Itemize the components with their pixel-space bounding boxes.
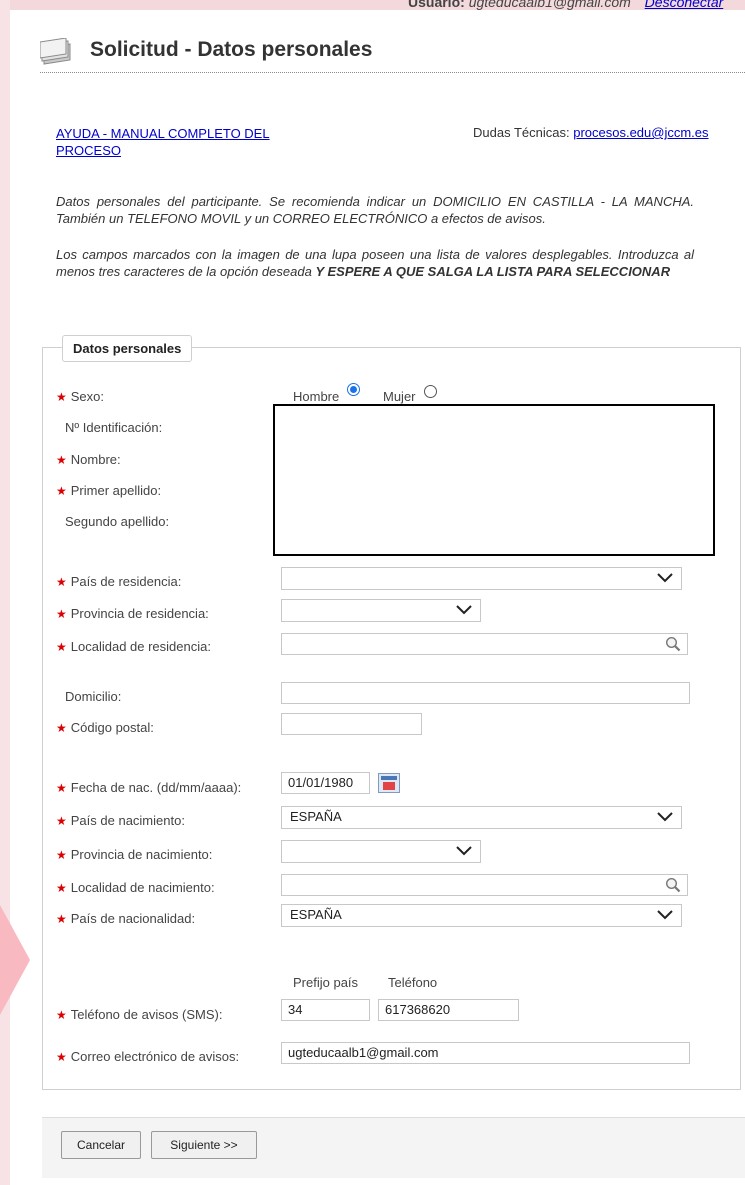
technical-support: Dudas Técnicas: procesos.edu@jccm.es	[473, 125, 709, 140]
prefijo-header: Prefijo país	[293, 975, 359, 990]
info-paragraph-2-bold: Y ESPERE A QUE SALGA LA LISTA PARA SELEC…	[315, 264, 671, 279]
provincia-nacimiento-label: ★ Provincia de nacimiento:	[56, 847, 213, 862]
page-title: Solicitud - Datos personales	[90, 38, 373, 61]
chevron-down-icon	[657, 812, 673, 822]
localidad-nacimiento-label: ★ Localidad de nacimiento:	[56, 880, 215, 895]
manual-link[interactable]: AYUDA - MANUAL COMPLETO DEL PROCESO	[56, 125, 316, 159]
mujer-label: Mujer	[383, 389, 416, 404]
hombre-label: Hombre	[293, 389, 340, 404]
user-bar: Usuario: ugteducaalb1@gmail.com Desconec…	[408, 0, 723, 10]
required-mark: ★	[56, 390, 67, 404]
pais-nacionalidad-label: ★ País de nacionalidad:	[56, 911, 196, 926]
magnifier-icon[interactable]	[665, 877, 681, 893]
codigo-postal-input[interactable]	[281, 713, 422, 735]
primer-apellido-label: ★ Primer apellido:	[56, 483, 162, 498]
documents-icon	[40, 38, 71, 65]
prefijo-input[interactable]: 34	[281, 999, 370, 1021]
chevron-down-icon	[456, 605, 472, 615]
redacted-identity-area	[273, 404, 715, 556]
logout-link[interactable]: Desconectar	[645, 0, 724, 10]
codigo-postal-label: ★ Código postal:	[56, 720, 154, 735]
telefono-avisos-label: ★ Teléfono de avisos (SMS):	[56, 1007, 223, 1022]
calendar-icon[interactable]	[378, 773, 400, 793]
correo-input[interactable]: ugteducaalb1@gmail.com	[281, 1042, 690, 1064]
telefono-input[interactable]: 617368620	[378, 999, 519, 1021]
domicilio-input[interactable]	[281, 682, 690, 704]
pais-residencia-label: ★ País de residencia:	[56, 574, 182, 589]
cancel-button[interactable]: Cancelar	[61, 1131, 141, 1159]
left-accent-wedge	[0, 905, 30, 1015]
nombre-label: ★ Nombre:	[56, 452, 121, 467]
provincia-residencia-select[interactable]	[281, 599, 481, 622]
pais-residencia-select[interactable]	[281, 567, 682, 590]
pais-nacionalidad-select[interactable]: ESPAÑA	[281, 904, 682, 927]
pais-nacimiento-select[interactable]: ESPAÑA	[281, 806, 682, 829]
user-email: ugteducaalb1@gmail.com	[468, 0, 631, 10]
user-label: Usuario:	[408, 0, 465, 10]
segundo-apellido-label: Segundo apellido:	[65, 514, 170, 529]
fecha-nac-input[interactable]: 01/01/1980	[281, 772, 370, 794]
provincia-residencia-label: ★ Provincia de residencia:	[56, 606, 209, 621]
info-paragraph-2: Los campos marcados con la imagen de una…	[56, 246, 694, 280]
next-button[interactable]: Siguiente >>	[151, 1131, 257, 1159]
identificacion-label: Nº Identificación:	[65, 420, 163, 435]
fecha-nac-label: ★ Fecha de nac. (dd/mm/aaaa):	[56, 780, 242, 795]
localidad-residencia-input[interactable]	[281, 633, 688, 655]
pais-nacimiento-label: ★ País de nacimiento:	[56, 813, 185, 828]
magnifier-icon[interactable]	[665, 636, 681, 652]
provincia-nacimiento-select[interactable]	[281, 840, 481, 863]
hombre-radio[interactable]	[347, 383, 360, 396]
support-email-link[interactable]: procesos.edu@jccm.es	[573, 125, 708, 140]
domicilio-label: Domicilio:	[65, 689, 122, 704]
dudas-label: Dudas Técnicas:	[473, 125, 570, 140]
correo-avisos-label: ★ Correo electrónico de avisos:	[56, 1049, 240, 1064]
localidad-nacimiento-input[interactable]	[281, 874, 688, 896]
form-footer	[42, 1117, 745, 1178]
chevron-down-icon	[456, 846, 472, 856]
chevron-down-icon	[657, 573, 673, 583]
fieldset-legend: Datos personales	[62, 335, 193, 362]
mujer-radio[interactable]	[424, 385, 437, 398]
chevron-down-icon	[657, 910, 673, 920]
title-row: Solicitud - Datos personales	[40, 34, 745, 73]
sexo-label: ★ Sexo:	[56, 389, 105, 404]
telefono-header: Teléfono	[388, 975, 438, 990]
info-paragraph-1: Datos personales del participante. Se re…	[56, 194, 694, 226]
localidad-residencia-label: ★ Localidad de residencia:	[56, 639, 211, 654]
